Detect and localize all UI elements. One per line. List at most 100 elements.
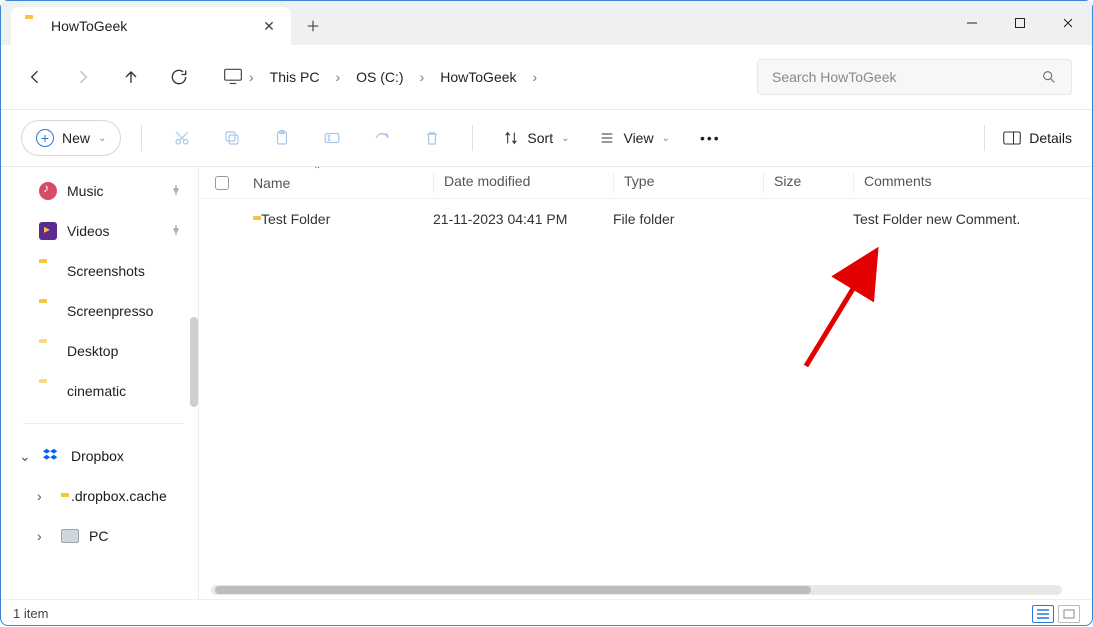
search-icon	[1041, 69, 1057, 85]
new-button[interactable]: + New ⌄	[21, 120, 121, 156]
tab-bar: HowToGeek ✕	[1, 1, 1092, 45]
new-tab-button[interactable]	[291, 7, 335, 45]
rename-button[interactable]	[312, 120, 352, 156]
tab-active[interactable]: HowToGeek ✕	[11, 7, 291, 45]
chevron-down-icon: ⌄	[662, 133, 670, 144]
close-window-button[interactable]	[1044, 1, 1092, 45]
breadcrumb-os-c[interactable]: OS (C:)	[346, 65, 413, 89]
ellipsis-icon: •••	[700, 130, 721, 146]
forward-button[interactable]	[69, 63, 97, 91]
sort-label: Sort	[527, 130, 553, 146]
nav-row: › This PC › OS (C:) › HowToGeek › Search…	[1, 45, 1092, 109]
select-all-checkbox[interactable]	[215, 176, 229, 190]
minimize-button[interactable]	[948, 1, 996, 45]
back-button[interactable]	[21, 63, 49, 91]
column-header-date[interactable]: Date modified	[433, 173, 613, 193]
divider	[23, 423, 184, 424]
sidebar-item-cinematic[interactable]: cinematic	[9, 371, 198, 411]
breadcrumb-this-pc[interactable]: This PC	[260, 65, 330, 89]
toolbar: + New ⌄ Sort ⌄ View ⌄ ••• Details	[1, 110, 1092, 166]
address-bar[interactable]: › This PC › OS (C:) › HowToGeek ›	[213, 65, 537, 89]
details-icon	[1003, 131, 1021, 145]
search-placeholder: Search HowToGeek	[772, 69, 1041, 85]
file-comment: Test Folder new Comment.	[853, 211, 1092, 227]
up-button[interactable]	[117, 63, 145, 91]
sidebar-item-label: Music	[67, 183, 104, 199]
window-controls	[948, 1, 1092, 45]
sidebar-item-label: Screenpresso	[67, 303, 153, 319]
paste-button[interactable]	[262, 120, 302, 156]
divider	[984, 125, 985, 151]
view-button[interactable]: View ⌄	[589, 120, 679, 156]
monitor-icon	[223, 67, 243, 88]
chevron-down-icon: ⌄	[19, 448, 33, 465]
music-icon	[39, 182, 57, 200]
sidebar-item-screenshots[interactable]: Screenshots	[9, 251, 198, 291]
chevron-right-icon: ›	[37, 528, 51, 544]
search-input[interactable]: Search HowToGeek	[757, 59, 1072, 95]
file-row[interactable]: Test Folder 21-11-2023 04:41 PM File fol…	[199, 199, 1092, 239]
status-bar: 1 item	[1, 599, 1092, 627]
new-label: New	[62, 130, 90, 146]
sort-button[interactable]: Sort ⌄	[493, 120, 579, 156]
view-thumbnails-button[interactable]	[1058, 605, 1080, 623]
folder-icon	[39, 382, 57, 400]
cut-button[interactable]	[162, 120, 202, 156]
file-name: Test Folder	[261, 211, 330, 227]
column-header-type[interactable]: Type	[613, 173, 763, 193]
view-icon	[599, 130, 615, 146]
delete-button[interactable]	[412, 120, 452, 156]
sidebar-item-videos[interactable]: Videos	[9, 211, 198, 251]
file-list: ⌃ Name Date modified Type Size Comments …	[199, 167, 1092, 599]
sidebar-item-label: Screenshots	[67, 263, 145, 279]
column-headers: ⌃ Name Date modified Type Size Comments	[199, 167, 1092, 199]
sidebar-item-dropbox-cache[interactable]: › .dropbox.cache	[9, 476, 198, 516]
folder-icon	[25, 18, 41, 34]
close-tab-icon[interactable]: ✕	[261, 18, 277, 35]
folder-icon	[39, 262, 57, 280]
sidebar-item-pc[interactable]: › PC	[9, 516, 198, 556]
details-label: Details	[1029, 130, 1072, 146]
sidebar-item-label: cinematic	[67, 383, 126, 399]
column-header-comments[interactable]: Comments	[853, 173, 1092, 193]
horizontal-scrollbar[interactable]	[211, 585, 1062, 595]
chevron-right-icon: ›	[249, 69, 254, 85]
refresh-button[interactable]	[165, 63, 193, 91]
chevron-down-icon: ⌄	[98, 133, 106, 144]
sidebar: Music Videos Screenshots Screenpresso De…	[1, 167, 199, 599]
view-label: View	[623, 130, 653, 146]
breadcrumb-howtogeek[interactable]: HowToGeek	[430, 65, 526, 89]
folder-icon	[39, 302, 57, 320]
sidebar-item-desktop[interactable]: Desktop	[9, 331, 198, 371]
column-header-name[interactable]: ⌃ Name	[253, 175, 433, 191]
tab-title: HowToGeek	[51, 18, 251, 34]
more-button[interactable]: •••	[690, 120, 731, 156]
pin-icon	[170, 223, 198, 239]
sidebar-item-label: PC	[89, 528, 108, 544]
sidebar-scrollbar[interactable]	[190, 317, 198, 407]
folder-icon	[39, 342, 57, 360]
maximize-button[interactable]	[996, 1, 1044, 45]
share-button[interactable]	[362, 120, 402, 156]
chevron-right-icon: ›	[533, 69, 538, 85]
sidebar-item-dropbox[interactable]: ⌄ Dropbox	[9, 436, 198, 476]
file-date: 21-11-2023 04:41 PM	[433, 211, 613, 227]
sort-asc-icon: ⌃	[313, 167, 321, 176]
copy-button[interactable]	[212, 120, 252, 156]
details-pane-button[interactable]: Details	[1003, 130, 1072, 146]
plus-circle-icon: +	[36, 129, 54, 147]
pc-icon	[61, 529, 79, 543]
sidebar-item-label: Desktop	[67, 343, 118, 359]
sidebar-item-music[interactable]: Music	[9, 171, 198, 211]
divider	[472, 125, 473, 151]
column-header-size[interactable]: Size	[763, 173, 853, 193]
sidebar-item-screenpresso[interactable]: Screenpresso	[9, 291, 198, 331]
sidebar-item-label: .dropbox.cache	[71, 488, 167, 504]
file-type: File folder	[613, 211, 763, 227]
view-details-button[interactable]	[1032, 605, 1054, 623]
chevron-right-icon: ›	[37, 488, 51, 504]
scrollbar-thumb[interactable]	[215, 586, 811, 594]
chevron-down-icon: ⌄	[561, 133, 569, 144]
video-icon	[39, 222, 57, 240]
pin-icon	[170, 183, 198, 199]
